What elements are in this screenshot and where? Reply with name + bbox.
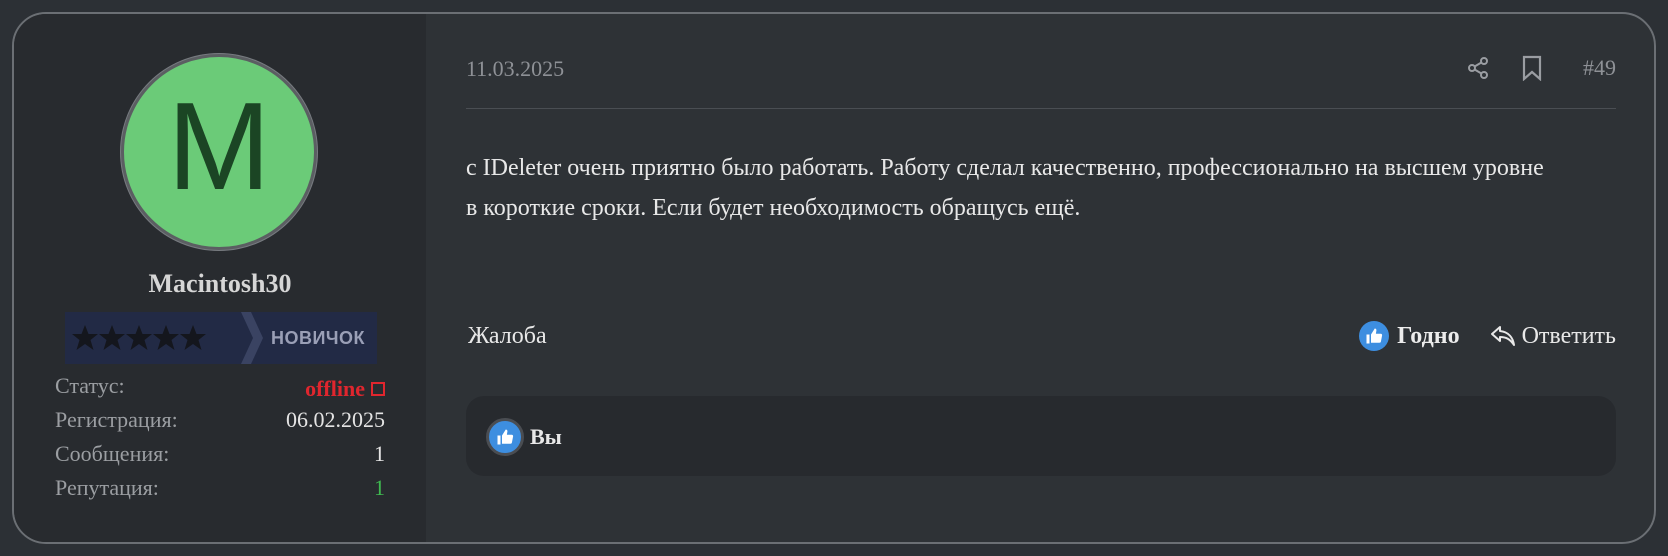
rank-stars <box>69 322 241 354</box>
user-info-panel: M Macintosh30 НОВИЧОК Статус: offline Ре… <box>14 14 426 542</box>
username[interactable]: Macintosh30 <box>14 269 426 299</box>
stat-label: Репутация: <box>55 475 159 500</box>
stat-label: Сообщения: <box>55 441 170 466</box>
like-label: Годно <box>1397 322 1460 349</box>
stat-status: Статус: offline <box>55 372 385 406</box>
status-text: offline <box>305 376 365 401</box>
complaint-button[interactable]: Жалоба <box>468 323 547 350</box>
stat-label: Регистрация: <box>55 407 178 432</box>
user-stats: Статус: offline Регистрация: 06.02.2025 … <box>55 372 385 508</box>
rank-banner: НОВИЧОК <box>65 312 377 364</box>
header-divider <box>466 108 1616 109</box>
post-footer: Жалоба Годно Ответить <box>466 316 1616 356</box>
avatar[interactable]: M <box>121 54 317 250</box>
star-icon <box>126 325 152 350</box>
messages-count: 1 <box>374 441 385 466</box>
post-content: 11.03.2025 #49 с IDeleter очень приятно … <box>466 14 1616 542</box>
star-icon <box>180 325 206 350</box>
post-header-actions: #49 <box>1465 52 1616 84</box>
share-icon[interactable] <box>1465 55 1491 81</box>
stat-reputation: Репутация: 1 <box>55 474 385 508</box>
stat-label: Статус: <box>55 373 125 398</box>
reputation-value: 1 <box>374 475 385 500</box>
likes-summary: Вы <box>466 396 1616 476</box>
thumbs-up-icon <box>1359 321 1390 351</box>
likes-user-link[interactable]: Вы <box>530 424 562 450</box>
star-icon <box>153 325 179 350</box>
reply-button[interactable]: Ответить <box>1490 323 1616 350</box>
forum-post: M Macintosh30 НОВИЧОК Статус: offline Ре… <box>12 12 1656 544</box>
post-footer-actions: Годно Ответить <box>1359 321 1616 351</box>
stat-registration: Регистрация: 06.02.2025 <box>55 406 385 440</box>
rank-label: НОВИЧОК <box>270 328 366 348</box>
post-number[interactable]: #49 <box>1583 55 1616 81</box>
like-button[interactable]: Годно <box>1359 321 1460 351</box>
thumbs-up-icon <box>486 418 524 456</box>
stat-messages: Сообщения: 1 <box>55 440 385 474</box>
star-icon <box>72 325 98 350</box>
offline-square-icon <box>371 382 385 396</box>
bookmark-icon[interactable] <box>1519 55 1545 81</box>
post-message: с IDeleter очень приятно было работать. … <box>466 155 1544 221</box>
post-date[interactable]: 11.03.2025 <box>466 56 564 82</box>
status-value: offline <box>305 372 385 406</box>
avatar-letter: M <box>167 78 271 216</box>
registration-date: 06.02.2025 <box>286 407 385 432</box>
star-icon <box>99 325 125 350</box>
reply-icon <box>1490 326 1515 346</box>
reply-label: Ответить <box>1521 322 1616 349</box>
